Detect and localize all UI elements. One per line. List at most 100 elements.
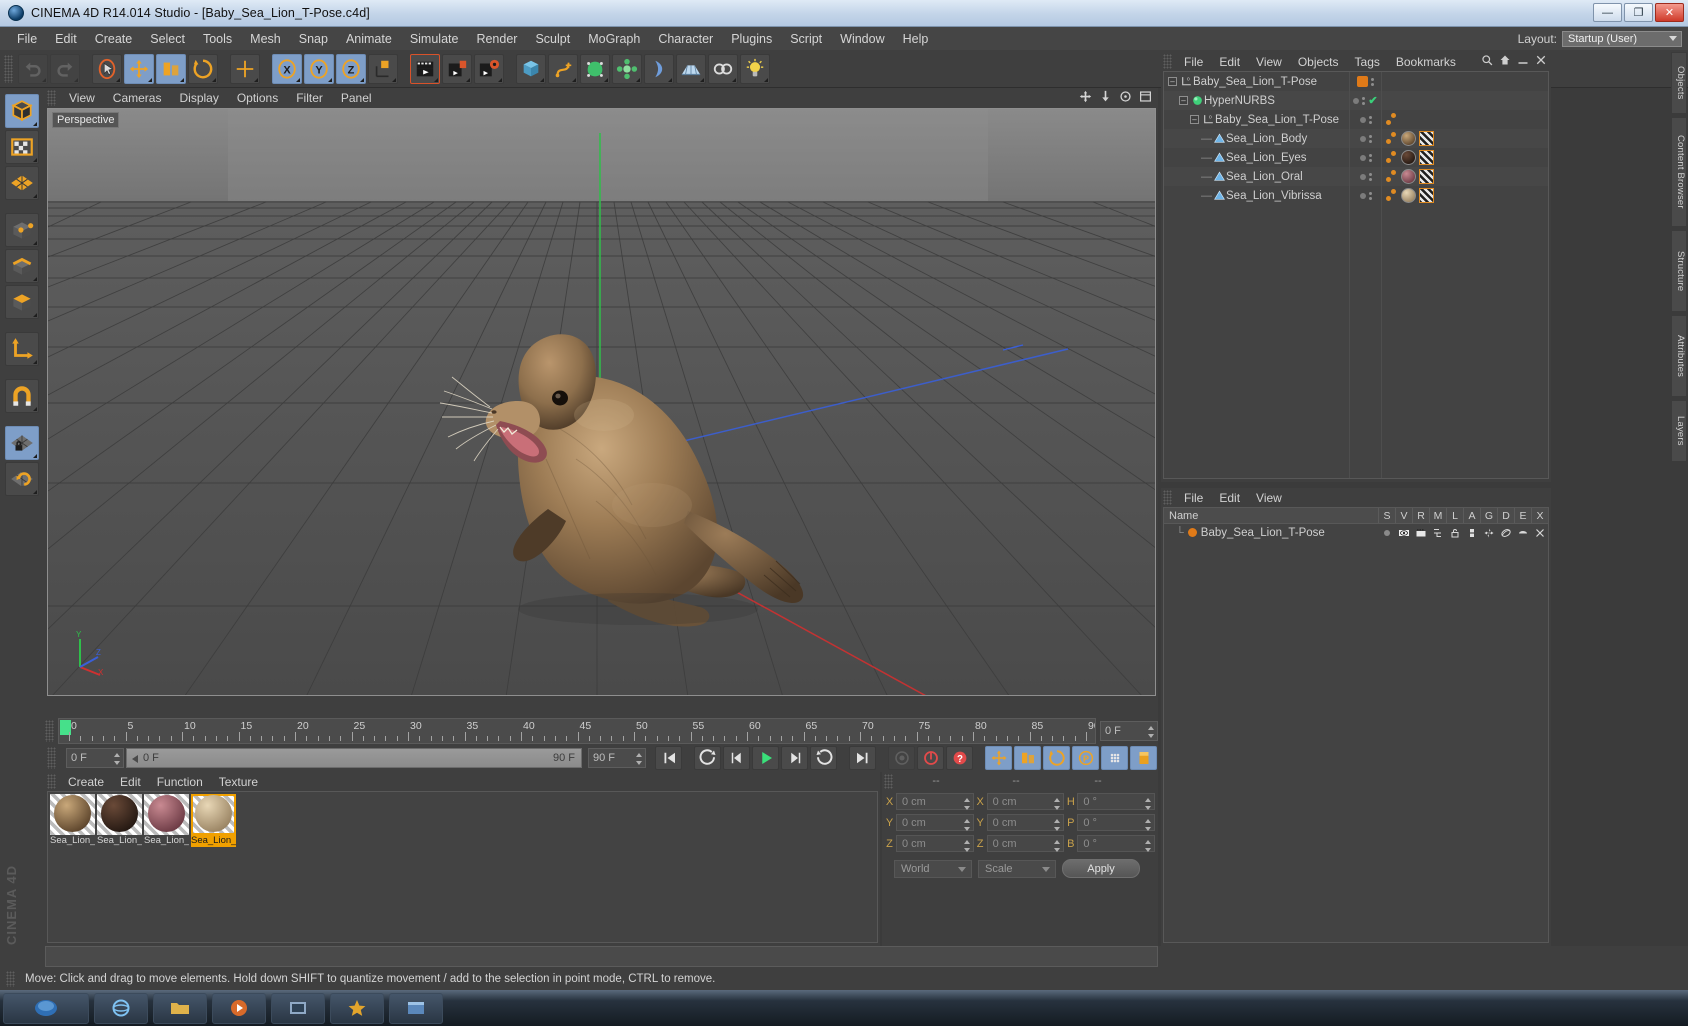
viewport-grip[interactable] [47,90,56,106]
layer-toggle-R[interactable] [1412,527,1429,539]
record-active-objects-button[interactable] [888,746,915,770]
viewport-menu-panel[interactable]: Panel [332,90,381,106]
lock-workplane[interactable] [5,426,39,460]
taskbar-item-media[interactable] [212,992,266,1024]
material-menu-create[interactable]: Create [60,774,112,790]
right-tab-objects[interactable]: Objects [1671,52,1687,114]
value-spinner-icon[interactable] [1145,798,1152,810]
rotation-key-toggle[interactable] [1043,746,1070,770]
uvw-tag-icon[interactable] [1419,131,1434,146]
axis-mode[interactable] [5,332,39,366]
layer-menu-file[interactable]: File [1176,490,1211,506]
object-menu-view[interactable]: View [1248,54,1290,70]
preview-min-field[interactable]: 0 F [66,748,124,768]
layer-toggle-G[interactable] [1480,527,1497,539]
value-spinner-icon[interactable] [1145,819,1152,831]
uvw-tag-icon[interactable] [1419,169,1434,184]
model-mode[interactable] [5,94,39,128]
material-grip[interactable] [47,774,56,789]
render-view-button[interactable] [410,53,440,84]
taskbar-item-browser[interactable] [94,992,148,1024]
editor-render-dots[interactable] [1368,191,1372,200]
menu-item-tools[interactable]: Tools [194,30,241,48]
menu-item-plugins[interactable]: Plugins [722,30,781,48]
previous-keyframe-button[interactable] [694,746,721,770]
redo-button[interactable] [50,53,80,84]
uvw-tag-icon[interactable] [1419,150,1434,165]
object-tag-row[interactable] [1382,148,1548,167]
home-icon[interactable] [1499,54,1511,66]
close-panel-icon[interactable] [1535,54,1547,66]
move-tool[interactable] [124,53,154,84]
object-visibility-row[interactable] [1350,129,1381,148]
edge-mode[interactable] [5,249,39,283]
viewport-menu-options[interactable]: Options [228,90,287,106]
material-tag-icon[interactable] [1401,150,1416,165]
coord-field-pos-y[interactable]: 0 cm [896,814,974,831]
value-spinner-icon[interactable] [1054,840,1061,852]
object-menu-file[interactable]: File [1176,54,1211,70]
add-light[interactable] [740,53,770,84]
taskbar-item-explorer[interactable] [153,992,207,1024]
status-grip[interactable] [6,971,15,987]
move-viewport-icon[interactable] [1079,90,1092,103]
material-tag-icon[interactable] [1401,131,1416,146]
axis-y-lock[interactable]: Y [304,53,334,84]
zoom-viewport-icon[interactable] [1099,90,1112,103]
value-spinner-icon[interactable] [963,840,970,852]
menu-item-file[interactable]: File [8,30,46,48]
timeline-grip[interactable] [45,720,54,742]
coord-field-size-x[interactable]: 0 cm [986,793,1065,810]
scale-key-toggle[interactable] [1014,746,1041,770]
coordinates-grip[interactable] [884,773,893,789]
maximize-viewport-icon[interactable] [1139,90,1152,103]
layer-toggle-A[interactable] [1463,527,1480,539]
visibility-dot[interactable] [1359,116,1366,123]
object-tag-row[interactable] [1382,110,1548,129]
layer-toggle-E[interactable] [1514,527,1531,539]
preview-min-spinner-icon[interactable] [114,753,120,765]
material-item[interactable]: Sea_Lion_Oral [144,794,189,847]
menu-item-script[interactable]: Script [781,30,831,48]
menu-item-select[interactable]: Select [141,30,194,48]
current-frame-field[interactable]: 0 F [1100,721,1158,741]
coord-field-pos-z[interactable]: 0 cm [896,835,974,852]
texture-mode[interactable] [5,130,39,164]
menu-item-render[interactable]: Render [467,30,526,48]
rotate-viewport-icon[interactable] [1119,90,1132,103]
menu-item-mesh[interactable]: Mesh [241,30,290,48]
add-point-tool[interactable] [230,53,260,84]
render-region-button[interactable] [442,53,472,84]
live-selection-tool[interactable] [92,53,122,84]
menu-item-character[interactable]: Character [649,30,722,48]
layer-toggle-D[interactable] [1497,527,1514,539]
taskbar-item-window[interactable] [389,992,443,1024]
right-tab-layers[interactable]: Layers [1671,400,1687,462]
object-visibility-row[interactable] [1350,167,1381,186]
viewport-menu-display[interactable]: Display [170,90,227,106]
taskbar-item-misc[interactable] [330,992,384,1024]
object-visibility-row[interactable] [1350,148,1381,167]
menu-item-snap[interactable]: Snap [290,30,337,48]
coord-field-rot-b[interactable]: 0 ° [1077,835,1156,852]
editor-render-dots[interactable] [1368,172,1372,181]
add-cube-object[interactable] [516,53,546,84]
layer-toggle-S[interactable] [1378,527,1395,539]
material-item[interactable]: Sea_Lion_Eyes [97,794,142,847]
render-settings-button[interactable] [474,53,504,84]
add-array[interactable] [612,53,642,84]
preview-max-spinner-icon[interactable] [636,753,642,765]
expander-toggle[interactable]: – [1179,96,1188,105]
next-keyframe-button[interactable] [810,746,837,770]
object-visibility-row[interactable] [1350,72,1381,91]
layer-toggle-L[interactable] [1446,527,1463,539]
visibility-dot[interactable] [1353,97,1360,104]
add-bend-deformer[interactable] [644,53,674,84]
autokeying-button[interactable] [917,746,944,770]
value-spinner-icon[interactable] [1054,819,1061,831]
coord-field-rot-h[interactable]: 0 ° [1077,793,1156,810]
expander-toggle[interactable]: – [1190,115,1199,124]
rotate-tool[interactable] [188,53,218,84]
menu-item-help[interactable]: Help [894,30,938,48]
animation-toolbar-grip[interactable] [47,747,56,769]
